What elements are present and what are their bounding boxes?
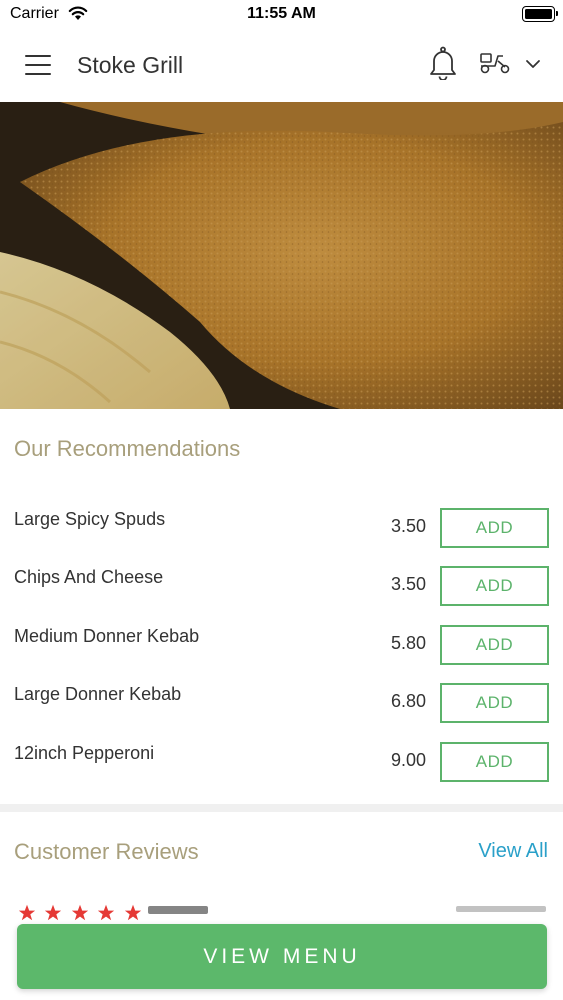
add-button[interactable]: ADD bbox=[440, 566, 549, 607]
item-price: 9.00 bbox=[390, 749, 426, 770]
hero-food-image bbox=[0, 102, 563, 409]
food-photo bbox=[0, 102, 563, 409]
item-price: 3.50 bbox=[390, 574, 426, 595]
battery-icon bbox=[522, 6, 558, 22]
view-all-link[interactable]: View All bbox=[478, 840, 548, 863]
add-button[interactable]: ADD bbox=[440, 741, 549, 782]
item-name: Medium Donner Kebab bbox=[14, 625, 200, 646]
app-header: Stoke Grill bbox=[0, 30, 563, 102]
add-button[interactable]: ADD bbox=[440, 508, 549, 548]
recommendations-list: Large Spicy Spuds 3.50 ADD Chips And Che… bbox=[0, 495, 563, 787]
page-title: Stoke Grill bbox=[77, 52, 184, 78]
chevron-down-icon[interactable] bbox=[525, 59, 541, 69]
star-icon bbox=[45, 904, 62, 921]
item-name: 12inch Pepperoni bbox=[14, 742, 155, 763]
review-date bbox=[456, 906, 546, 912]
list-item: Large Donner Kebab 6.80 ADD bbox=[0, 670, 563, 728]
item-name: Chips And Cheese bbox=[14, 567, 164, 588]
reviews-title: Customer Reviews bbox=[14, 839, 199, 864]
status-bar: Carrier 11:55 AM bbox=[0, 0, 563, 30]
list-item: Large Spicy Spuds 3.50 ADD bbox=[0, 495, 563, 553]
item-name: Large Spicy Spuds bbox=[14, 509, 166, 529]
item-price: 6.80 bbox=[390, 691, 426, 712]
list-item: Chips And Cheese 3.50 ADD bbox=[0, 553, 563, 611]
status-time: 11:55 AM bbox=[247, 5, 316, 22]
add-button[interactable]: ADD bbox=[440, 683, 549, 724]
star-icon bbox=[124, 904, 141, 921]
scooter-icon[interactable] bbox=[478, 51, 512, 75]
recommendations-title: Our Recommendations bbox=[14, 436, 241, 461]
menu-icon[interactable] bbox=[25, 55, 51, 75]
star-icon bbox=[98, 904, 115, 921]
add-button[interactable]: ADD bbox=[440, 624, 549, 665]
item-price: 5.80 bbox=[390, 632, 426, 653]
item-name: Large Donner Kebab bbox=[14, 684, 182, 705]
item-price: 3.50 bbox=[390, 516, 426, 536]
star-icon bbox=[71, 904, 89, 921]
view-menu-button[interactable]: VIEW MENU bbox=[17, 924, 547, 989]
star-icon bbox=[18, 904, 36, 921]
review-preview bbox=[18, 904, 546, 926]
list-item: Medium Donner Kebab 5.80 ADD bbox=[0, 612, 563, 670]
bell-icon[interactable] bbox=[428, 46, 458, 80]
list-item: 12inch Pepperoni 9.00 ADD bbox=[0, 729, 563, 787]
reviewer-name bbox=[148, 906, 208, 914]
section-divider bbox=[0, 804, 563, 812]
